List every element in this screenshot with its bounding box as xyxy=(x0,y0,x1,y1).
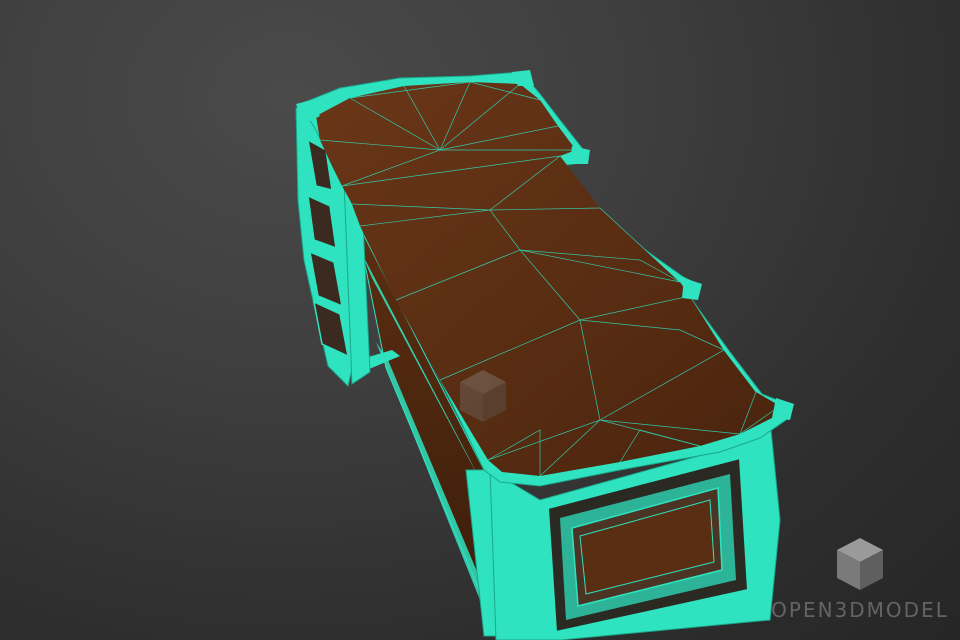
cube-icon xyxy=(837,538,883,590)
brand-text: OPEN3DMODEL xyxy=(771,598,949,622)
watermark-cube-center-icon xyxy=(458,368,508,424)
brand-watermark: OPEN3DMODEL xyxy=(770,536,950,626)
render-viewport: OPEN3DMODEL xyxy=(0,0,960,640)
